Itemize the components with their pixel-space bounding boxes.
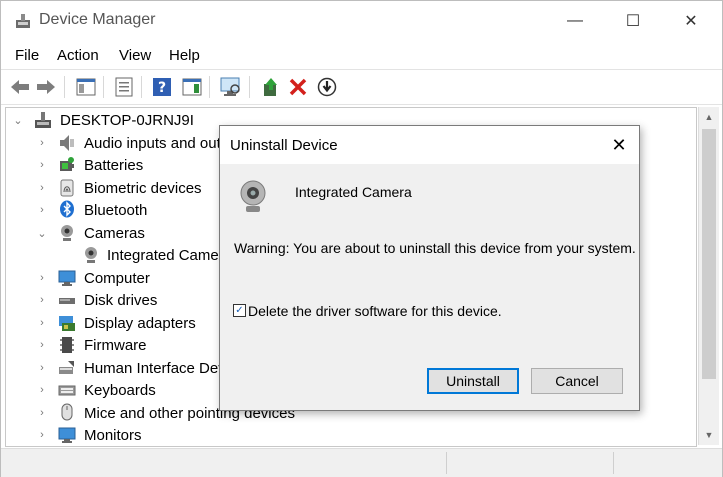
scroll-down-icon[interactable]: ▼ <box>699 427 719 443</box>
tree-item-monitors[interactable]: › Monitors <box>6 424 696 446</box>
tree-item-label: Firmware <box>84 336 147 354</box>
chevron-down-icon[interactable]: ⌄ <box>13 114 23 127</box>
menu-help[interactable]: Help <box>169 47 200 64</box>
action-pane-icon[interactable] <box>181 76 203 98</box>
chevron-right-icon[interactable]: › <box>37 407 47 419</box>
keyboard-icon <box>58 385 76 396</box>
tree-item-label: Monitors <box>84 426 142 444</box>
status-divider <box>613 452 614 474</box>
battery-icon <box>60 157 74 171</box>
camera-icon <box>61 225 73 241</box>
svg-text:?: ? <box>158 80 166 96</box>
scroll-up-icon[interactable]: ▲ <box>699 109 719 125</box>
firmware-icon <box>60 337 74 353</box>
chevron-down-icon[interactable]: ⌄ <box>37 227 47 240</box>
show-hide-console-tree-icon[interactable] <box>75 76 97 98</box>
tree-item-label: Batteries <box>84 156 144 174</box>
dialog-warning-text: Warning: You are about to uninstall this… <box>234 240 636 256</box>
tree-item-label: Bluetooth <box>84 201 148 219</box>
dialog-title-bar[interactable]: Uninstall Device ✕ <box>220 126 639 164</box>
webcam-icon <box>85 247 97 263</box>
disable-device-icon[interactable] <box>316 76 338 98</box>
tree-root-label: DESKTOP-0JRNJ9I <box>60 111 194 129</box>
toolbar-separator <box>64 76 65 98</box>
tree-item-label: Computer <box>84 269 150 287</box>
uninstall-device-dialog: Uninstall Device ✕ Integrated Camera War… <box>219 125 640 411</box>
toolbar: ? <box>1 69 722 105</box>
chevron-right-icon[interactable]: › <box>37 137 47 149</box>
toolbar-separator <box>103 76 104 98</box>
display-adapter-icon <box>59 316 75 331</box>
chevron-right-icon[interactable]: › <box>37 384 47 396</box>
maximize-button[interactable]: ☐ <box>610 7 656 35</box>
chevron-right-icon[interactable]: › <box>37 159 47 171</box>
uninstall-button[interactable]: Uninstall <box>427 368 519 394</box>
dialog-close-icon[interactable]: ✕ <box>599 126 639 164</box>
chevron-right-icon[interactable]: › <box>37 182 47 194</box>
back-arrow-icon[interactable] <box>9 76 31 98</box>
properties-icon[interactable] <box>113 76 135 98</box>
fingerprint-icon <box>60 179 74 197</box>
toolbar-separator <box>249 76 250 98</box>
chevron-right-icon[interactable]: › <box>37 317 47 329</box>
menu-bar: File Action View Help <box>1 43 722 67</box>
chevron-right-icon[interactable]: › <box>37 362 47 374</box>
tree-item-label: Disk drives <box>84 291 158 309</box>
delete-driver-checkbox[interactable]: ✓ <box>233 304 246 317</box>
help-icon[interactable]: ? <box>151 76 173 98</box>
tree-item-label: Cameras <box>84 224 145 242</box>
monitor-icon <box>58 427 76 443</box>
scan-hardware-icon[interactable] <box>220 76 242 98</box>
chevron-right-icon[interactable]: › <box>37 339 47 351</box>
forward-arrow-icon[interactable] <box>35 76 57 98</box>
chevron-right-icon[interactable]: › <box>37 204 47 216</box>
disk-icon <box>59 298 75 304</box>
computer-root-icon <box>35 112 51 128</box>
dialog-title: Uninstall Device <box>230 137 338 154</box>
window-title: Device Manager <box>39 11 156 28</box>
cancel-button[interactable]: Cancel <box>531 368 623 394</box>
toolbar-separator <box>209 76 210 98</box>
chevron-right-icon[interactable]: › <box>37 272 47 284</box>
tree-item-label: Biometric devices <box>84 179 202 197</box>
menu-action[interactable]: Action <box>57 47 99 64</box>
status-divider <box>446 452 447 474</box>
tree-item-label: Display adapters <box>84 314 196 332</box>
menu-view[interactable]: View <box>119 47 151 64</box>
scrollbar-thumb[interactable] <box>702 129 716 379</box>
chevron-right-icon[interactable]: › <box>37 294 47 306</box>
speaker-icon <box>60 135 74 151</box>
tree-item-label: Keyboards <box>84 381 156 399</box>
vertical-scrollbar[interactable]: ▲ ▼ <box>698 107 719 445</box>
delete-driver-checkbox-label[interactable]: Delete the driver software for this devi… <box>248 303 502 319</box>
monitor-icon <box>58 270 76 286</box>
chevron-right-icon[interactable]: › <box>37 429 47 441</box>
bluetooth-icon <box>60 200 74 218</box>
title-bar[interactable]: Device Manager — ☐ ✕ <box>1 1 722 41</box>
dialog-device-name: Integrated Camera <box>295 184 412 200</box>
status-bar <box>1 448 722 477</box>
minimize-button[interactable]: — <box>552 7 598 35</box>
update-driver-icon[interactable] <box>260 76 282 98</box>
tree-item-label: Integrated Camera <box>107 246 233 264</box>
uninstall-device-icon[interactable] <box>287 76 309 98</box>
toolbar-separator <box>141 76 142 98</box>
webcam-icon <box>240 180 266 212</box>
close-button[interactable]: ✕ <box>668 7 714 35</box>
hid-icon <box>59 361 74 374</box>
device-manager-app-icon <box>16 14 30 28</box>
menu-file[interactable]: File <box>15 47 39 64</box>
mouse-icon <box>61 403 73 421</box>
